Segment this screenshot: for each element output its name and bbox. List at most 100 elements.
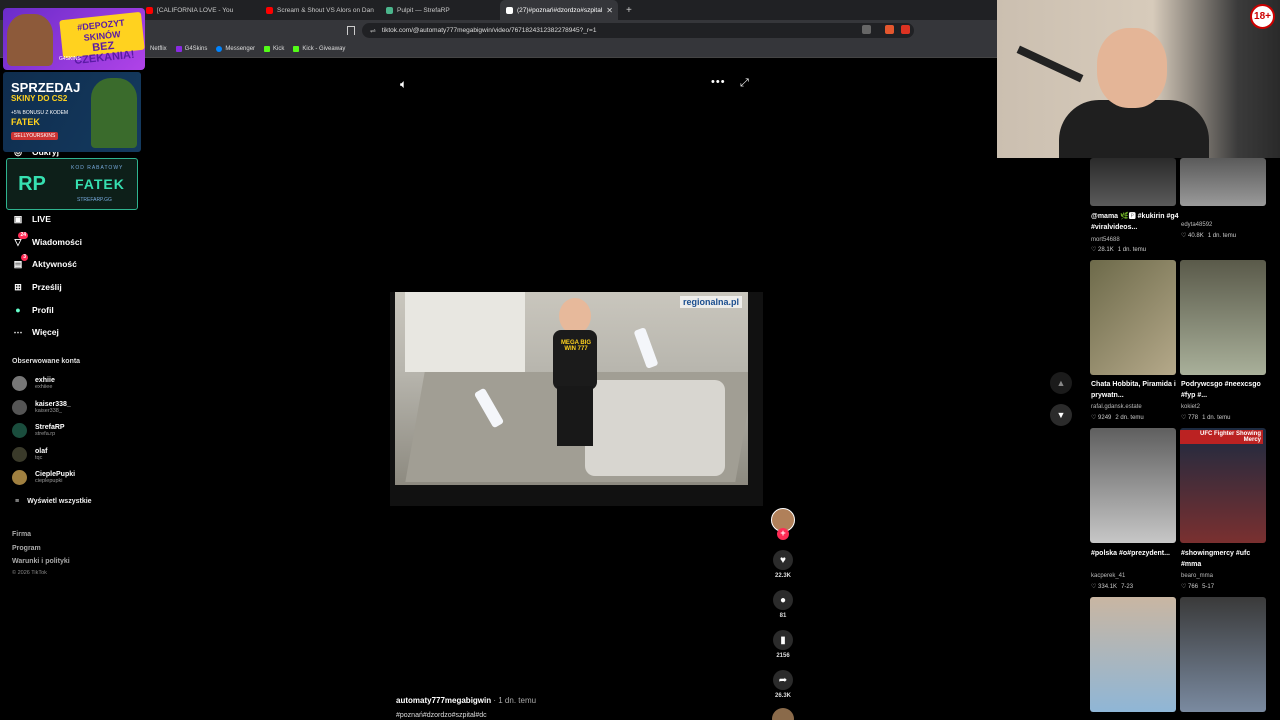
promo-brand: SELLYOURSKINS [11,132,59,140]
video-blanket [585,380,725,476]
followed-account[interactable]: StrefaRP strefa.rp [12,423,65,438]
video-bottle [633,327,659,369]
video-thumbnail[interactable] [1090,158,1176,206]
thumbnail-stats: ♡ 334.1K 7-23 [1091,584,1134,590]
followed-account[interactable]: kaiser338_ kaiser338_ [12,400,71,415]
video-thumbnail[interactable] [1090,597,1176,712]
account-handle: strefa.rp [35,431,56,437]
show-all-button[interactable]: ≡ Wyświetl wszystkie [15,498,92,505]
previous-video-button[interactable]: ▲ [1050,372,1072,394]
thumbnail-caption[interactable]: #showingmercy #ufc #mma [1181,548,1269,570]
browser-tab[interactable]: Scream & Shout VS Alors on Dan [260,0,378,20]
new-tab-button[interactable]: + [620,0,638,20]
sidebar-item-more[interactable]: ⋯ Więcej [12,326,59,338]
translate-icon[interactable] [862,25,871,34]
url-field[interactable]: ⇌ tiktok.com/@automaty777megabigwin/vide… [362,23,914,38]
bookmark-icon[interactable] [347,26,355,35]
rewards-icon[interactable] [901,25,910,34]
video-thumbnail[interactable] [1180,597,1266,712]
view-count: 9249 [1098,415,1112,421]
sidebar-item-label: Profil [32,305,54,315]
thumbnail-stats: ♡ 778 1 dn. temu [1181,415,1231,421]
bookmark-kick-giveaway[interactable]: Kick - Giveaway [293,45,345,52]
streamer-shirt [1059,100,1209,158]
followed-account[interactable]: exhiie exhiiee [12,376,55,391]
baby-head [559,298,591,334]
bookmark-g4skins[interactable]: G4Skins [175,45,207,52]
post-age: 2 dn. temu [1115,415,1144,421]
footer-link-terms[interactable]: Warunki i polityki [12,558,70,565]
brave-shield-icon[interactable] [885,25,894,34]
sidebar-item-upload[interactable]: ⊞ Prześlij [12,281,62,293]
thumbnail-caption[interactable]: Chata Hobbita, Piramida i prywatn... [1091,379,1179,401]
thumbnail-user[interactable]: edyta48592 [1181,222,1212,228]
close-tab-icon[interactable]: ✕ [606,6,613,15]
next-video-button[interactable]: ▼ [1050,404,1072,426]
like-button[interactable]: ♥ 22.3K [772,550,794,579]
thumbnail-user[interactable]: rafal.gdansk.estate [1091,404,1142,410]
g4skins-icon [175,45,182,52]
strefarp-promo-overlay: RP KOD RABATOWY FATEK STREFARP.GG [6,158,138,210]
sidebar-item-profile[interactable]: ● Profil [12,304,54,316]
promo-character [7,14,53,66]
bookmark-kick[interactable]: Kick [264,45,284,52]
browser-tab-active[interactable]: (27)#poznań#dzordzo#szpital ✕ [500,0,618,20]
thumbnail-caption[interactable]: Podrywcsgo #neexcsgo #fyp #... [1181,379,1269,401]
comment-button[interactable]: ● 81 [772,590,794,619]
bookmark-netflix[interactable]: Netflix [150,46,167,52]
site-info-icon[interactable]: ⇌ [370,27,376,35]
sidebar-item-activity[interactable]: ▤ 3 Aktywność [12,254,77,270]
tiktok-icon [506,6,513,14]
thumbnail-caption[interactable]: @mama 🌿🅿 #kukirin #g4 #viralvideos... [1091,211,1179,233]
footer-link-program[interactable]: Program [12,545,41,552]
sound-disc-icon[interactable] [772,708,794,720]
followed-account[interactable]: olaf tqc [12,447,47,462]
tab-label: [CALIFORNIA LOVE - You [157,6,234,14]
kick-icon [293,45,300,52]
thumbnail-user[interactable]: kacperek_41 [1091,573,1125,579]
account-name: StrefaRP [35,424,65,431]
followed-account[interactable]: CieplePupki cieplepupki [12,470,75,485]
g4skins-promo-overlay: #DEPOZYT SKINÓW BEZ CZEKANIA! G4SKINS [3,8,145,70]
screen: [CALIFORNIA LOVE - You Scream & Shout VS… [0,0,1280,720]
footer-link-company[interactable]: Firma [12,531,31,538]
promo-code: FATEK [11,117,40,127]
sidebar-item-messages[interactable]: ▽ 24 Wiadomości [12,232,82,248]
follow-plus-button[interactable]: + [777,528,789,540]
save-button[interactable]: ▮ 2156 [772,630,794,659]
video-thumbnail[interactable] [1180,158,1266,206]
video-player[interactable]: MEGA BIG WIN 777 regionalna.pl [390,292,763,506]
live-icon: ▣ [13,213,23,224]
address-bar-row: ⇌ tiktok.com/@automaty777megabigwin/vide… [0,20,997,40]
youtube-icon [146,6,153,14]
thumbnail-stats: ♡ 40.8K 1 dn. temu [1181,233,1237,239]
video-thumbnail[interactable] [1180,260,1266,375]
browser-tab[interactable]: [CALIFORNIA LOVE - You [140,0,258,20]
view-count: 766 [1188,584,1199,590]
fullscreen-icon[interactable]: ⤢ [740,77,749,90]
video-thumbnail[interactable] [1090,428,1176,543]
view-count: 28.1K [1098,247,1114,253]
browser-tab[interactable]: Pulpit — StrefaRP [380,0,498,20]
avatar [12,400,27,415]
video-frame: MEGA BIG WIN 777 regionalna.pl [395,292,748,485]
more-options-icon[interactable]: ••• [711,76,726,88]
share-button[interactable]: ➦ 26.3K [772,670,794,699]
thumbnail-user[interactable]: kokiet2 [1181,404,1200,410]
show-all-label: Wyświetl wszystkie [27,498,92,505]
thumbnail-user[interactable]: bearo_mma [1181,573,1213,579]
video-thumbnail[interactable] [1090,260,1176,375]
video-window [405,292,525,372]
bookmark-label: Netflix [150,45,167,52]
video-caption[interactable]: #poznań#dzordzo#szpital#dc [396,712,487,719]
thumbnail-caption[interactable]: #polska #o#prezydent... [1091,548,1179,559]
youtube-icon [266,6,273,14]
sidebar-item-live[interactable]: ▣ LIVE [12,213,51,225]
video-thumbnail[interactable]: UFC Fighter Showing Mercy [1180,428,1266,543]
video-author[interactable]: automaty777megabigwin · 1 dn. temu [396,696,536,705]
promo-stamp: #DEPOZYT SKINÓW BEZ CZEKANIA! [59,11,145,67]
thumbnail-stats: ♡ 9249 2 dn. temu [1091,415,1144,421]
volume-icon[interactable]: 🔈︎ [400,77,407,92]
thumbnail-user[interactable]: mort54688 [1091,237,1120,243]
bookmark-messenger[interactable]: Messenger [216,45,255,52]
